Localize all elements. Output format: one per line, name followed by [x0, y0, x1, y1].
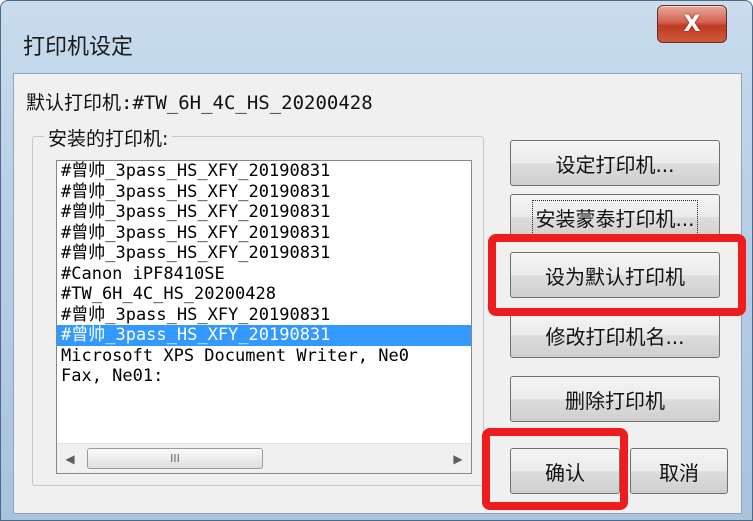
title-bar: 打印机设定 X: [1, 1, 752, 73]
default-printer-label: 默认打印机:#TW_6H_4C_HS_20200428: [26, 92, 373, 114]
install-mengtai-printer-label: 安装蒙泰打印机...: [532, 199, 698, 235]
printer-list-item[interactable]: #曾帅_3pass_HS_XFY_20190831: [57, 243, 471, 264]
set-default-printer-label: 设为默认打印机: [545, 264, 685, 289]
dialog-body: 默认打印机:#TW_6H_4C_HS_20200428 安装的打印机: #曾帅_…: [13, 73, 742, 514]
printer-list-item[interactable]: #TW_6H_4C_HS_20200428: [57, 284, 471, 305]
set-default-printer-button[interactable]: 设为默认打印机: [510, 252, 720, 298]
printer-list-item[interactable]: Microsoft XPS Document Writer, Ne0: [57, 346, 471, 367]
cancel-label: 取消: [659, 460, 699, 485]
printer-list-item[interactable]: #Canon iPF8410SE: [57, 264, 471, 285]
close-icon: X: [683, 11, 701, 37]
ok-button[interactable]: 确认: [510, 448, 620, 494]
printer-list-item[interactable]: #曾帅_3pass_HS_XFY_20190831: [57, 305, 471, 326]
printer-list: #曾帅_3pass_HS_XFY_20190831 #曾帅_3pass_HS_XF…: [57, 161, 471, 429]
cancel-button[interactable]: 取消: [630, 448, 728, 494]
printer-list-item[interactable]: #曾帅_3pass_HS_XFY_20190831: [57, 223, 471, 244]
printer-list-item[interactable]: #曾帅_3pass_HS_XFY_20190831: [57, 182, 471, 203]
scroll-thumb[interactable]: III: [87, 448, 263, 469]
set-printer-label: 设定打印机...: [555, 152, 675, 177]
scroll-right-arrow-icon[interactable]: ▶: [445, 444, 471, 473]
printer-settings-dialog: 打印机设定 X 默认打印机:#TW_6H_4C_HS_20200428 安装的打…: [0, 0, 753, 521]
grip-icon: III: [170, 452, 180, 465]
delete-printer-button[interactable]: 删除打印机: [510, 376, 720, 422]
printer-list-item[interactable]: #曾帅_3pass_HS_XFY_20190831: [57, 161, 471, 182]
printer-list-item[interactable]: Fax, Ne01:: [57, 366, 471, 387]
rename-printer-button[interactable]: 修改打印机名...: [510, 312, 720, 358]
printer-list-item[interactable]: #曾帅_3pass_HS_XFY_20190831: [57, 325, 471, 346]
window-title: 打印机设定: [23, 35, 134, 60]
close-button[interactable]: X: [657, 5, 727, 43]
printer-list-item[interactable]: #曾帅_3pass_HS_XFY_20190831: [57, 202, 471, 223]
horizontal-scrollbar[interactable]: ◀ III ▶: [57, 443, 471, 473]
delete-printer-label: 删除打印机: [565, 388, 665, 413]
ok-label: 确认: [545, 460, 585, 485]
installed-printers-label: 安装的打印机:: [44, 124, 173, 151]
install-mengtai-printer-button[interactable]: 安装蒙泰打印机...: [510, 194, 720, 240]
scroll-left-arrow-icon[interactable]: ◀: [57, 444, 83, 473]
printer-listbox[interactable]: #曾帅_3pass_HS_XFY_20190831 #曾帅_3pass_HS_XF…: [56, 160, 472, 474]
rename-printer-label: 修改打印机名...: [545, 324, 685, 349]
set-printer-button[interactable]: 设定打印机...: [510, 140, 720, 186]
